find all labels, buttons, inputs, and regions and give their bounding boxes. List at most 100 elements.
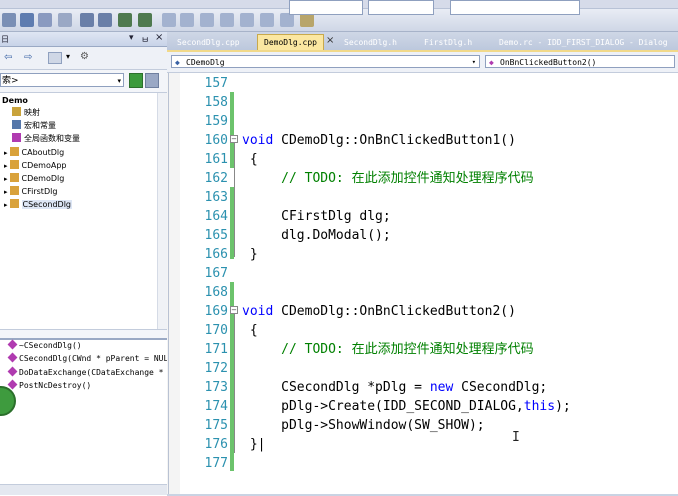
code-text: );	[555, 399, 571, 414]
find-combo[interactable]	[368, 0, 434, 15]
toolbar-icon[interactable]	[118, 13, 132, 27]
toolbar-icon[interactable]	[58, 13, 72, 27]
close-icon[interactable]: ×	[155, 32, 163, 43]
line-number: 161	[204, 152, 228, 167]
line-number: 160	[204, 133, 228, 148]
class-icon	[9, 160, 19, 169]
line-number: 158	[204, 95, 228, 110]
line-number: 167	[204, 266, 228, 281]
tree-item-csecondlg[interactable]: ▸ CSecondDlg	[4, 199, 73, 211]
go-icon[interactable]	[129, 73, 143, 88]
expand-icon[interactable]: ▸	[4, 149, 8, 157]
line-number: 172	[204, 361, 228, 376]
tab-seconddlg-h[interactable]: SecondDlg.h	[338, 35, 403, 50]
toolbar-icon[interactable]	[180, 13, 194, 27]
code-line: // TODO: 在此添加控件通知处理程序代码	[242, 169, 533, 188]
search-options-icon[interactable]	[145, 73, 159, 88]
class-icon	[9, 186, 19, 195]
method-icon	[7, 366, 18, 377]
tab-seconddlg-cpp[interactable]: SecondDlg.cpp	[171, 35, 246, 50]
code-text: dlg.DoModal();	[242, 228, 391, 243]
code-text: pDlg->Create(IDD_SECOND_DIALOG,	[242, 399, 524, 414]
member-item[interactable]: PostNcDestroy()	[7, 379, 91, 392]
method-icon: ◆	[489, 58, 494, 67]
collapse-icon[interactable]: −	[230, 135, 238, 143]
toolbar-icon[interactable]	[162, 13, 176, 27]
tree-item-globals[interactable]: 全局函数和变量	[12, 133, 80, 145]
line-number: 170	[204, 323, 228, 338]
tree-item-caboutdlg[interactable]: ▸ CAboutDlg	[4, 147, 64, 159]
code-keyword: this	[523, 399, 556, 414]
configuration-combo[interactable]	[450, 0, 580, 15]
toolbar-icon[interactable]	[260, 13, 274, 27]
macro-icon	[12, 120, 21, 129]
toolbar-icon[interactable]	[38, 13, 52, 27]
member-item[interactable]: CSecondDlg(CWnd * pParent = NULL	[7, 352, 174, 365]
search-input[interactable]: 索> ▾	[0, 73, 124, 87]
class-icon: ◆	[175, 58, 180, 67]
forward-arrow-icon[interactable]: ⇨	[24, 52, 32, 63]
member-label: DoDataExchange(CDataExchange * p	[19, 368, 174, 377]
back-arrow-icon[interactable]: ⇦	[4, 52, 12, 63]
code-line: dlg.DoModal();	[242, 226, 391, 245]
toolbar-icon[interactable]	[2, 13, 16, 27]
expand-icon[interactable]: ▸	[4, 188, 8, 196]
member-item[interactable]: DoDataExchange(CDataExchange * p	[7, 366, 174, 379]
line-number: 166	[204, 247, 228, 262]
tree-item-cfirstdlg[interactable]: ▸ CFirstDlg	[4, 186, 57, 198]
code-keyword: void	[242, 304, 274, 319]
dropdown-arrow-icon[interactable]: ▾	[129, 33, 134, 43]
settings-icon[interactable]: ⚙	[80, 51, 89, 62]
toolbar-icon[interactable]	[220, 13, 234, 27]
toolbar-icon[interactable]	[280, 13, 294, 27]
tab-demodlg-cpp[interactable]: DemoDlg.cpp	[257, 34, 324, 50]
code-line: CSecondDlg *pDlg = new CSecondDlg;	[242, 378, 547, 397]
code-text: CDemoDlg::OnBnClickedButton1()	[273, 133, 516, 148]
toolbar-icon[interactable]	[20, 13, 34, 27]
expand-icon[interactable]: ▸	[4, 201, 8, 209]
members-scrollbar[interactable]	[0, 484, 167, 495]
tree-item-cdemoapp[interactable]: ▸ CDemoApp	[4, 160, 67, 172]
tree-item-cdemodlg[interactable]: ▸ CDemoDlg	[4, 173, 64, 185]
method-icon	[7, 352, 18, 363]
code-text: CFirstDlg dlg;	[242, 209, 391, 224]
code-line: {	[242, 150, 258, 169]
members-pane: ~CSecondDlg() CSecondDlg(CWnd * pParent …	[0, 338, 173, 496]
line-number: 159	[204, 114, 228, 129]
toolbar-icon[interactable]	[98, 13, 112, 27]
member-label: CSecondDlg(CWnd * pParent = NULL	[19, 354, 174, 363]
code-keyword: void	[242, 133, 274, 148]
tree-item-label: CDemoApp	[21, 161, 67, 170]
member-combo[interactable]: ◆ OnBnClickedButton2()	[485, 55, 675, 68]
tab-firstdlg-h[interactable]: FirstDlg.h	[418, 35, 478, 50]
close-icon[interactable]: ×	[326, 35, 334, 46]
tab-demo-rc[interactable]: Demo.rc - IDD_FIRST_DIALOG - Dialog	[493, 35, 674, 50]
member-item[interactable]: ~CSecondDlg()	[7, 339, 82, 352]
pin-icon[interactable]: ㅂ	[141, 33, 149, 46]
chevron-down-icon[interactable]: ▾	[117, 74, 121, 88]
search-icon[interactable]	[300, 13, 314, 27]
tree-item-macros[interactable]: 宏和常量	[12, 120, 56, 132]
toolbar-icon[interactable]	[80, 13, 94, 27]
tree-item-demo[interactable]: Demo	[2, 95, 28, 107]
collapse-icon[interactable]: −	[230, 306, 238, 314]
chevron-down-icon[interactable]: ▾	[472, 56, 476, 69]
line-number: 163	[204, 190, 228, 205]
class-combo[interactable]: ◆ CDemoDlg ▾	[171, 55, 480, 68]
toolbar-icon[interactable]	[138, 13, 152, 27]
class-tree: Demo 映射 宏和常量 全局函数和变量 ▸ CAboutDlg ▸ CDemoAp…	[0, 92, 168, 330]
map-icon	[12, 107, 21, 116]
expand-icon[interactable]: ▸	[4, 162, 8, 170]
toolbar-icon[interactable]	[200, 13, 214, 27]
new-folder-icon[interactable]	[48, 52, 62, 64]
tree-item-label: CSecondDlg	[21, 200, 73, 209]
tree-item-label: Demo	[2, 96, 28, 105]
navigation-bar: ◆ CDemoDlg ▾ ◆ OnBnClickedButton2()	[167, 52, 678, 73]
solution-platform-combo[interactable]	[289, 0, 363, 15]
chevron-down-icon[interactable]: ▾	[66, 52, 70, 61]
line-number: 173	[204, 380, 228, 395]
tab-label: FirstDlg.h	[424, 38, 473, 47]
tree-item-maps[interactable]: 映射	[12, 107, 40, 119]
expand-icon[interactable]: ▸	[4, 175, 8, 183]
toolbar-icon[interactable]	[240, 13, 254, 27]
